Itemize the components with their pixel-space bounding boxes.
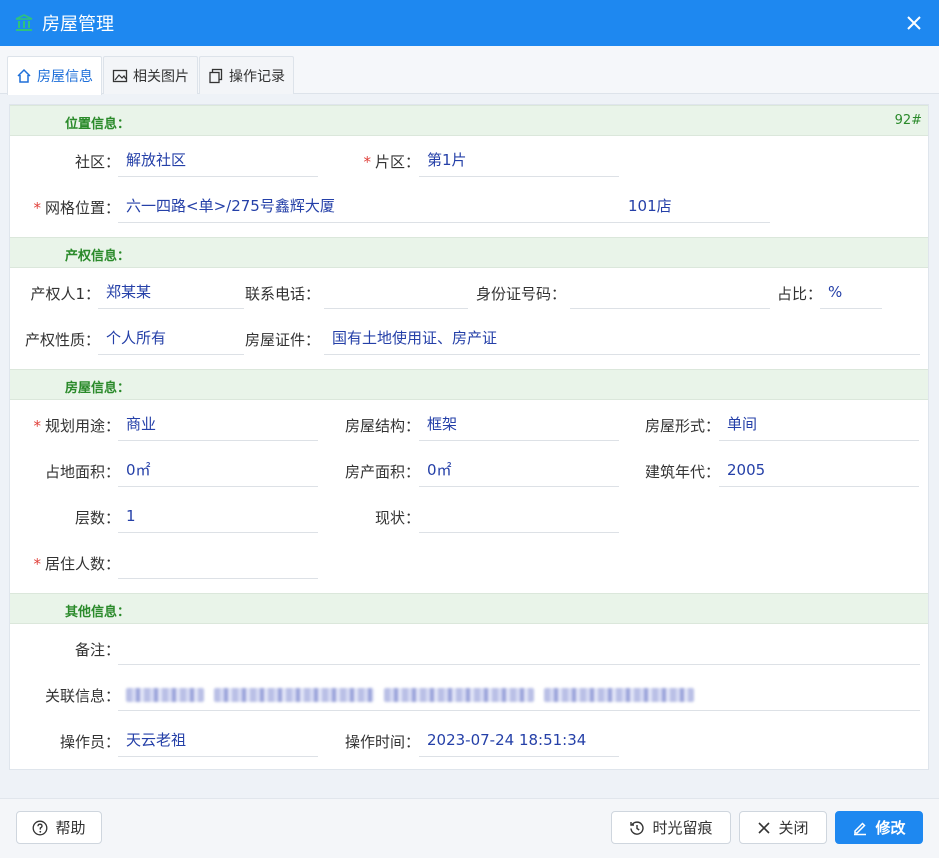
operation-time-label: 操作时间： [344,733,420,751]
section-title: 房屋信息： [65,381,131,396]
tab-related-images[interactable]: 相关图片 [103,56,198,94]
dialog-footer: 帮助 时光留痕 关闭 修改 [0,798,939,858]
related-info-label: 关联信息： [44,687,120,705]
community-label: 社区： [74,153,120,171]
close-button[interactable] [901,10,927,36]
owner-value: 郑某某 [98,279,244,309]
structure-label: 房屋结构： [344,417,420,435]
house-certificate-value: 国有土地使用证、房产证 [324,325,920,355]
close-icon [907,16,921,30]
remark-label: 备注： [74,641,120,659]
floors-value: 1 [118,503,318,533]
property-area-label: 房产面积： [344,463,420,481]
phone-value [324,279,468,309]
tab-label: 相关图片 [133,68,189,85]
tab-house-info[interactable]: 房屋信息 [7,56,102,95]
operator-value: 天云老祖 [118,727,318,757]
operation-time-value: 2023-07-24 18:51:34 [419,727,619,757]
owner-label: 产权人1： [30,285,100,303]
current-status-value [419,503,619,533]
planned-usage-value: 商业 [118,411,318,441]
related-info-value [118,681,920,711]
close-dialog-button[interactable]: 关闭 [739,811,827,844]
history-icon [630,820,645,835]
grid-location-label: * 网格位置： [33,199,120,217]
community-value: 解放社区 [118,147,318,177]
tab-bar: 房屋信息 相关图片 操作记录 [0,46,939,95]
section-location: 位置信息： 92# [10,105,928,136]
id-number-value [570,279,770,309]
history-button[interactable]: 时光留痕 [611,811,731,844]
image-icon [112,69,128,82]
bank-icon [15,14,33,31]
floors-label: 层数： [74,509,120,527]
copy-icon [209,68,223,83]
section-title: 位置信息： [65,117,131,132]
help-button[interactable]: 帮助 [16,811,102,844]
planned-usage-label: * 规划用途： [33,417,120,435]
house-info-panel: 位置信息： 92# 社区： 解放社区 * 片区： 第1片 * 网格位置： 六一四路<… [9,104,929,770]
remark-value [118,635,920,665]
redacted-text [126,687,204,702]
redacted-text [544,687,694,702]
redacted-text [384,687,534,702]
redacted-text [214,687,374,702]
section-title: 产权信息： [65,249,131,264]
house-form-value: 单间 [719,411,919,441]
grid-location-value: 六一四路<单>/275号鑫辉大厦 101店 [118,193,770,223]
build-year-value: 2005 [719,457,919,487]
edit-icon [854,821,867,835]
tab-operation-log[interactable]: 操作记录 [199,56,294,94]
section-other: 其他信息： [10,593,928,624]
district-label: * 片区： [363,153,420,171]
home-icon [17,68,31,83]
land-area-label: 占地面积： [44,463,120,481]
operator-label: 操作员： [59,733,120,751]
house-certificate-label: 房屋证件： [244,331,320,349]
section-title: 其他信息： [65,605,131,620]
district-value: 第1片 [419,147,619,177]
current-status-label: 现状： [374,509,420,527]
house-form-label: 房屋形式： [644,417,720,435]
property-nature-value: 个人所有 [98,325,244,355]
property-area-value: 0㎡ [419,457,619,487]
tab-label: 操作记录 [229,68,285,85]
window-title: 房屋管理 [42,14,114,35]
section-house: 房屋信息： [10,369,928,400]
ratio-value: % [820,279,882,309]
title-bar: 房屋管理 [0,0,939,46]
build-year-label: 建筑年代： [644,463,720,481]
land-area-value: 0㎡ [118,457,318,487]
grid-location-suffix: 101店 [628,197,672,215]
structure-value: 框架 [419,411,619,441]
edit-button[interactable]: 修改 [835,811,923,844]
residents-label: * 居住人数： [33,555,120,573]
ratio-label: 占比： [776,285,822,303]
close-icon [758,821,771,834]
section-property: 产权信息： [10,237,928,268]
phone-label: 联系电话： [244,285,320,303]
help-icon [33,820,48,835]
tab-label: 房屋信息 [37,69,93,85]
property-nature-label: 产权性质： [24,331,100,349]
id-number-label: 身份证号码： [475,285,566,303]
residents-value [118,549,318,579]
house-number-badge: 92# [894,113,922,128]
